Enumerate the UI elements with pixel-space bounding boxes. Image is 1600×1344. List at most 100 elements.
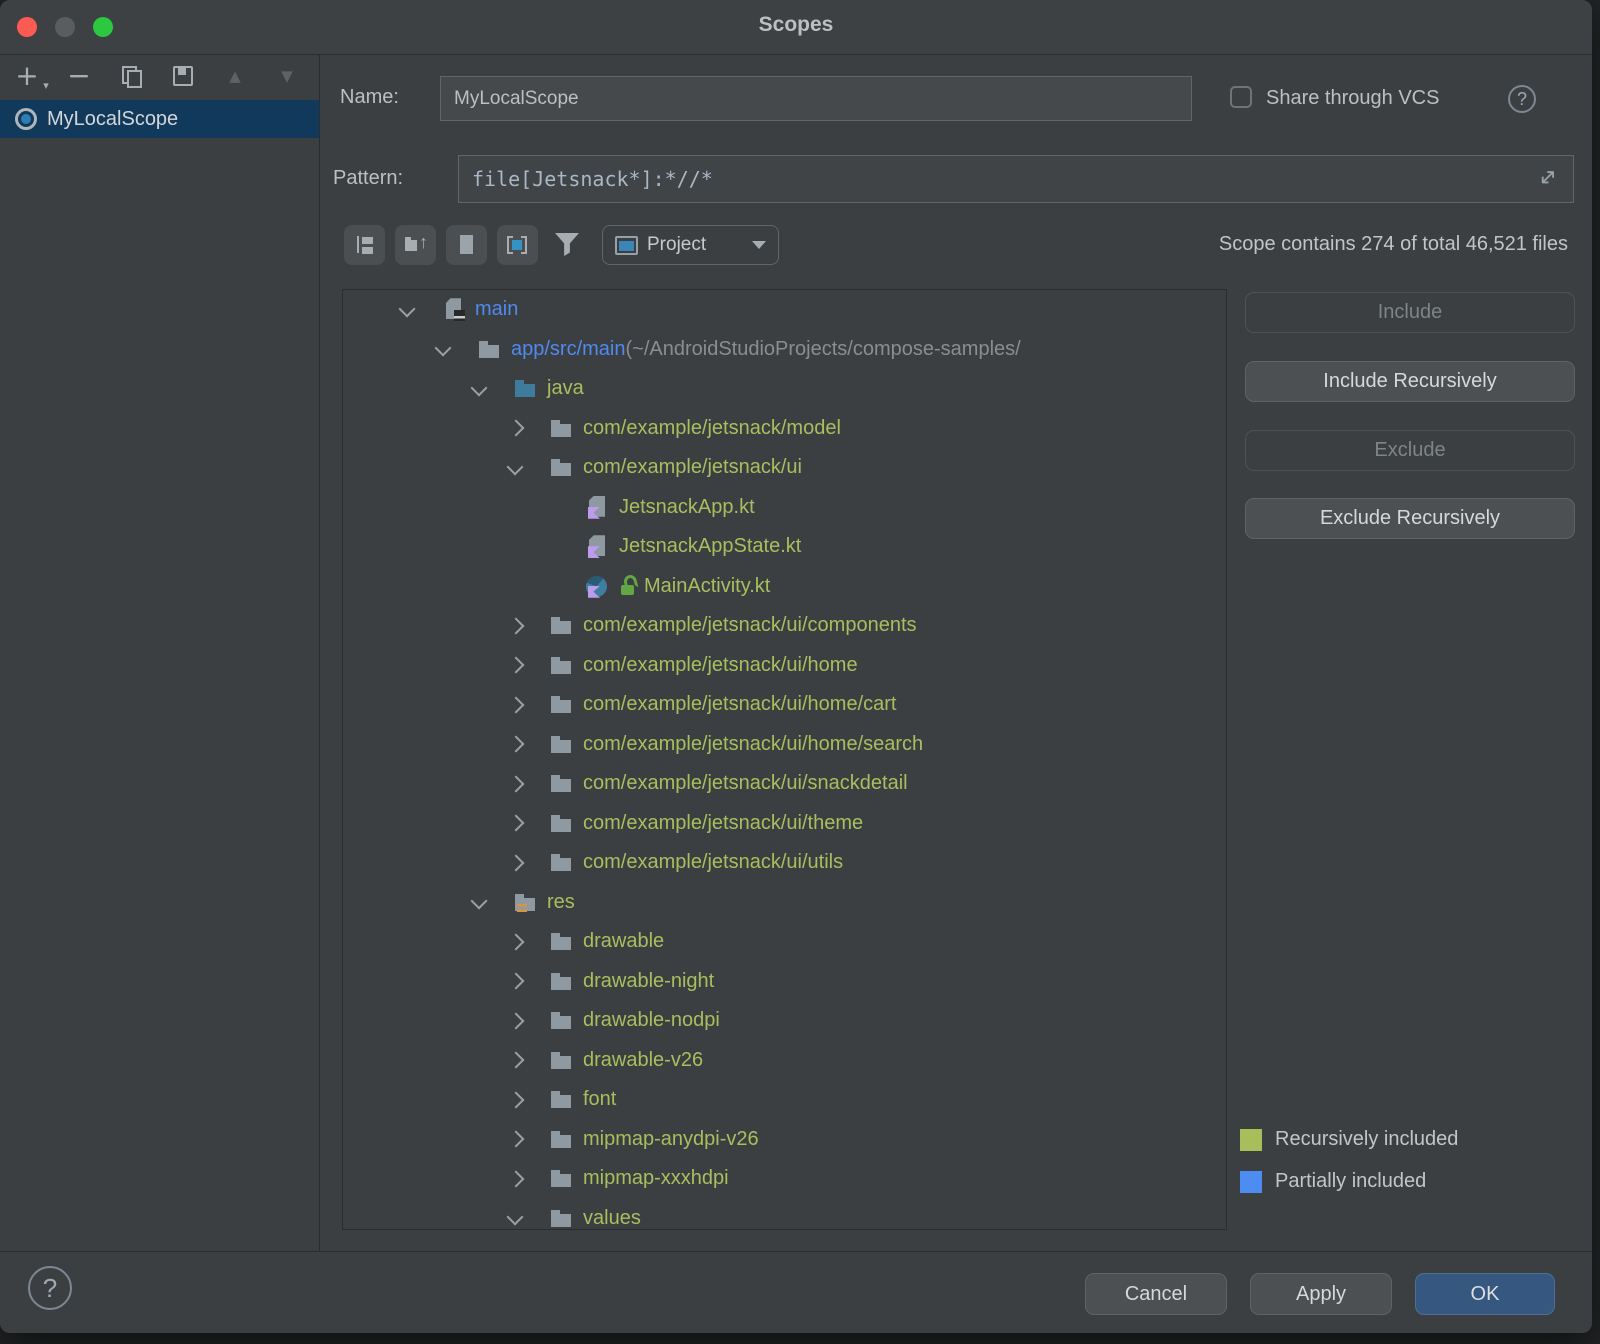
tree-row[interactable]: mipmap-anydpi-v26 bbox=[343, 1120, 1226, 1160]
tree-row[interactable]: java bbox=[343, 369, 1226, 409]
tree-row[interactable]: app/src/main (~/AndroidStudioProjects/co… bbox=[343, 330, 1226, 370]
chevron-spacer bbox=[541, 536, 563, 558]
chevron-right-icon[interactable] bbox=[505, 417, 527, 439]
chevron-right-icon[interactable] bbox=[505, 970, 527, 992]
share-vcs-help-icon[interactable]: ? bbox=[1508, 85, 1536, 113]
scope-tree[interactable]: main app/src/main (~/AndroidStudioProject… bbox=[342, 289, 1227, 1230]
tree-row[interactable]: com/example/jetsnack/ui/components bbox=[343, 606, 1226, 646]
help-button[interactable]: ? bbox=[28, 1266, 72, 1310]
tree-row[interactable]: MainActivity.kt bbox=[343, 567, 1226, 607]
tree-item-label: res bbox=[547, 891, 575, 914]
chevron-right-icon[interactable] bbox=[505, 654, 527, 676]
folder-icon bbox=[549, 1127, 574, 1152]
exclude-recursively-button[interactable]: Exclude Recursively bbox=[1245, 498, 1575, 539]
tree-item-label: JetsnackAppState.kt bbox=[619, 535, 801, 558]
kotlin-file-icon bbox=[585, 534, 610, 559]
show-files-toggle[interactable] bbox=[446, 225, 487, 265]
scopes-toolbar: + − ▲ ▼ bbox=[8, 59, 306, 93]
chevron-down-icon[interactable] bbox=[469, 891, 491, 913]
remove-scope-button[interactable]: − bbox=[60, 61, 98, 91]
chevron-right-icon[interactable] bbox=[505, 1010, 527, 1032]
chevron-right-icon[interactable] bbox=[505, 773, 527, 795]
tree-row[interactable]: drawable bbox=[343, 922, 1226, 962]
chevron-down-icon bbox=[752, 241, 766, 249]
chevron-right-icon[interactable] bbox=[505, 1089, 527, 1111]
directory-structure-icon bbox=[352, 233, 376, 257]
chevron-down-icon[interactable] bbox=[433, 338, 455, 360]
exclude-button[interactable]: Exclude bbox=[1245, 430, 1575, 471]
tree-item-label: com/example/jetsnack/ui/snackdetail bbox=[583, 772, 908, 795]
move-up-button[interactable]: ▲ bbox=[216, 61, 254, 91]
chevron-right-icon[interactable] bbox=[505, 1128, 527, 1150]
tree-row[interactable]: values bbox=[343, 1199, 1226, 1231]
tree-row[interactable]: com/example/jetsnack/ui/snackdetail bbox=[343, 764, 1226, 804]
directory-structure-toggle[interactable] bbox=[344, 225, 385, 265]
tree-row[interactable]: drawable-nodpi bbox=[343, 1001, 1226, 1041]
tree-row[interactable]: com/example/jetsnack/ui/theme bbox=[343, 804, 1226, 844]
chevron-down-icon[interactable] bbox=[469, 378, 491, 400]
tree-row[interactable]: drawable-night bbox=[343, 962, 1226, 1002]
save-scope-button[interactable] bbox=[164, 61, 202, 91]
tree-row[interactable]: com/example/jetsnack/ui/home/cart bbox=[343, 685, 1226, 725]
view-dropdown-value: Project bbox=[647, 234, 743, 256]
folder-icon bbox=[549, 613, 574, 638]
chevron-down-icon[interactable] bbox=[397, 299, 419, 321]
blue-swatch-icon bbox=[1240, 1171, 1262, 1193]
tree-item-label: main bbox=[475, 298, 518, 321]
tree-row[interactable]: mipmap-xxxhdpi bbox=[343, 1159, 1226, 1199]
include-recursively-button[interactable]: Include Recursively bbox=[1245, 361, 1575, 402]
apply-button[interactable]: Apply bbox=[1250, 1273, 1392, 1315]
share-vcs-checkbox[interactable] bbox=[1230, 86, 1252, 108]
chevron-right-icon[interactable] bbox=[505, 615, 527, 637]
chevron-down-icon[interactable] bbox=[505, 457, 527, 479]
folder-icon bbox=[549, 1087, 574, 1112]
tree-item-label: com/example/jetsnack/ui/components bbox=[583, 614, 917, 637]
expand-pattern-icon[interactable]: ↔ bbox=[1535, 164, 1561, 190]
cancel-button[interactable]: Cancel bbox=[1085, 1273, 1227, 1315]
tree-row[interactable]: drawable-v26 bbox=[343, 1041, 1226, 1081]
tree-row[interactable]: font bbox=[343, 1080, 1226, 1120]
folder-res-icon bbox=[513, 890, 538, 915]
tree-row[interactable]: JetsnackApp.kt bbox=[343, 488, 1226, 528]
tree-row[interactable]: main bbox=[343, 290, 1226, 330]
show-included-only-toggle[interactable] bbox=[497, 225, 538, 265]
chevron-right-icon[interactable] bbox=[505, 1168, 527, 1190]
tree-item-label: com/example/jetsnack/ui/theme bbox=[583, 812, 863, 835]
ok-button[interactable]: OK bbox=[1415, 1273, 1555, 1315]
copy-scope-button[interactable] bbox=[112, 61, 150, 91]
tree-row[interactable]: com/example/jetsnack/model bbox=[343, 409, 1226, 449]
chevron-right-icon[interactable] bbox=[505, 694, 527, 716]
filter-icon[interactable] bbox=[555, 233, 579, 256]
scope-list-item-selected[interactable]: MyLocalScope bbox=[0, 100, 319, 138]
legend-label: Recursively included bbox=[1275, 1128, 1458, 1151]
down-arrow-icon: ▼ bbox=[281, 67, 293, 85]
folder-icon bbox=[549, 969, 574, 994]
flatten-packages-toggle[interactable] bbox=[395, 225, 436, 265]
tree-row[interactable]: JetsnackAppState.kt bbox=[343, 527, 1226, 567]
move-down-button[interactable]: ▼ bbox=[268, 61, 306, 91]
chevron-right-icon[interactable] bbox=[505, 1049, 527, 1071]
tree-row[interactable]: com/example/jetsnack/ui/home bbox=[343, 646, 1226, 686]
tree-item-label: com/example/jetsnack/model bbox=[583, 417, 841, 440]
tree-item-label: drawable bbox=[583, 930, 664, 953]
add-scope-button[interactable]: + bbox=[8, 61, 46, 91]
legend-partially-included: Partially included bbox=[1240, 1170, 1426, 1193]
window-title: Scopes bbox=[0, 13, 1592, 37]
chevron-right-icon[interactable] bbox=[505, 931, 527, 953]
copy-icon bbox=[119, 64, 143, 88]
chevron-right-icon[interactable] bbox=[505, 852, 527, 874]
chevron-right-icon[interactable] bbox=[505, 812, 527, 834]
tree-row[interactable]: res bbox=[343, 883, 1226, 923]
minus-icon: − bbox=[67, 62, 90, 90]
brackets-icon bbox=[505, 233, 529, 257]
include-button[interactable]: Include bbox=[1245, 292, 1575, 333]
tree-row[interactable]: com/example/jetsnack/ui/home/search bbox=[343, 725, 1226, 765]
chevron-spacer bbox=[541, 496, 563, 518]
name-input[interactable] bbox=[440, 76, 1192, 121]
chevron-down-icon[interactable] bbox=[505, 1207, 527, 1229]
pattern-input[interactable] bbox=[458, 155, 1574, 203]
view-dropdown[interactable]: Project bbox=[602, 225, 779, 265]
chevron-right-icon[interactable] bbox=[505, 733, 527, 755]
tree-row[interactable]: com/example/jetsnack/ui bbox=[343, 448, 1226, 488]
tree-row[interactable]: com/example/jetsnack/ui/utils bbox=[343, 843, 1226, 883]
